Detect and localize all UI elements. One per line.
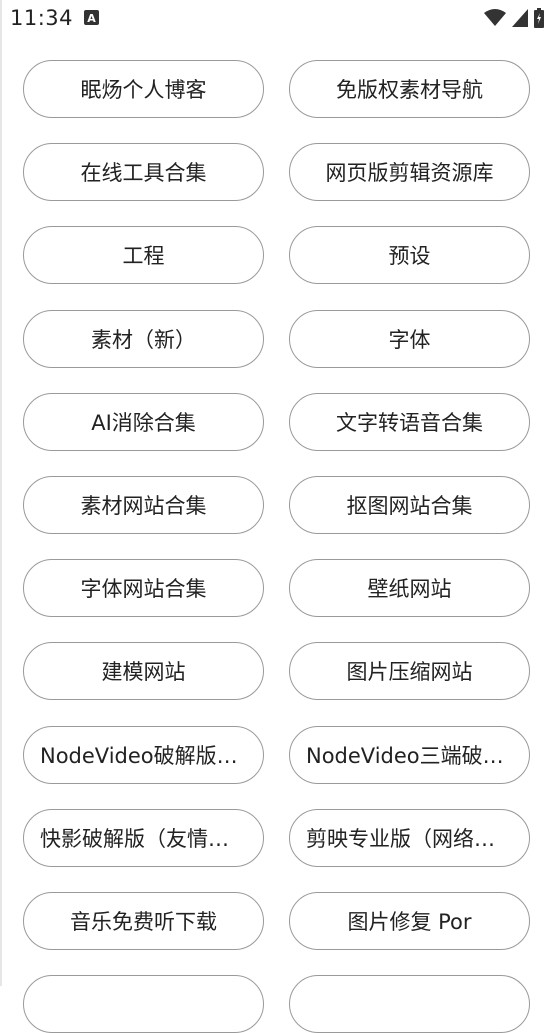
link-button-3[interactable]: 在线工具合集 — [23, 143, 264, 201]
link-button-label: 图片修复 Por — [347, 910, 472, 934]
svg-text:A: A — [87, 12, 96, 25]
link-button-label: AI消除合集 — [91, 411, 196, 435]
battery-icon — [534, 8, 544, 28]
link-button-9[interactable]: AI消除合集 — [23, 393, 264, 451]
link-button-13[interactable]: 字体网站合集 — [23, 559, 264, 617]
link-button-label: 素材（新） — [91, 328, 196, 352]
link-button-label: 建模网站 — [101, 660, 186, 684]
link-button-label: 图片压缩网站 — [346, 660, 473, 684]
link-button-5[interactable]: 工程 — [23, 226, 264, 284]
link-button-label: 音乐免费听下载 — [70, 910, 217, 934]
link-button-1[interactable]: 眠炀个人博客 — [23, 60, 264, 118]
link-button-label: 工程 — [122, 244, 165, 268]
link-button-label: 眠炀个人博客 — [80, 78, 207, 102]
link-button-21[interactable]: 音乐免费听下载 — [23, 892, 264, 950]
link-button-18[interactable]: NodeVideo三端破解… — [289, 726, 530, 784]
link-button-label: 素材网站合集 — [80, 494, 207, 518]
link-button-label: 快影破解版（友情链… — [40, 827, 247, 851]
status-icons — [484, 7, 544, 29]
link-button-22[interactable]: 图片修复 Por — [289, 892, 530, 950]
link-button-label: 抠图网站合集 — [346, 494, 473, 518]
wifi-icon — [484, 9, 506, 26]
link-button-label: 免版权素材导航 — [336, 78, 483, 102]
link-button-label: 剪映专业版（网络收… — [306, 827, 513, 851]
link-button-24[interactable] — [289, 975, 530, 1033]
link-button-2[interactable]: 免版权素材导航 — [289, 60, 530, 118]
link-button-label: NodeVideo三端破解… — [306, 744, 513, 768]
status-bar: 11:34 A — [0, 0, 554, 38]
window-edge — [0, 0, 2, 986]
link-button-8[interactable]: 字体 — [289, 310, 530, 368]
link-button-label: 预设 — [388, 244, 431, 268]
link-button-11[interactable]: 素材网站合集 — [23, 476, 264, 534]
link-button-16[interactable]: 图片压缩网站 — [289, 642, 530, 700]
link-button-19[interactable]: 快影破解版（友情链… — [23, 809, 264, 867]
link-button-label: 网页版剪辑资源库 — [325, 161, 494, 185]
link-button-label: 壁纸网站 — [367, 577, 452, 601]
keyboard-a-icon: A — [84, 10, 99, 25]
link-button-label: 文字转语音合集 — [336, 411, 483, 435]
link-button-label: 字体 — [388, 328, 431, 352]
link-button-20[interactable]: 剪映专业版（网络收… — [289, 809, 530, 867]
signal-icon — [512, 9, 528, 27]
link-button-14[interactable]: 壁纸网站 — [289, 559, 530, 617]
link-button-6[interactable]: 预设 — [289, 226, 530, 284]
link-button-label: 在线工具合集 — [80, 161, 207, 185]
link-button-4[interactable]: 网页版剪辑资源库 — [289, 143, 530, 201]
status-time: 11:34 — [10, 6, 74, 30]
link-button-15[interactable]: 建模网站 — [23, 642, 264, 700]
link-button-label: 字体网站合集 — [80, 577, 207, 601]
link-button-10[interactable]: 文字转语音合集 — [289, 393, 530, 451]
link-button-23[interactable] — [23, 975, 264, 1033]
link-button-label: NodeVideo破解版（… — [40, 744, 247, 768]
link-button-7[interactable]: 素材（新） — [23, 310, 264, 368]
link-button-17[interactable]: NodeVideo破解版（… — [23, 726, 264, 784]
link-button-12[interactable]: 抠图网站合集 — [289, 476, 530, 534]
